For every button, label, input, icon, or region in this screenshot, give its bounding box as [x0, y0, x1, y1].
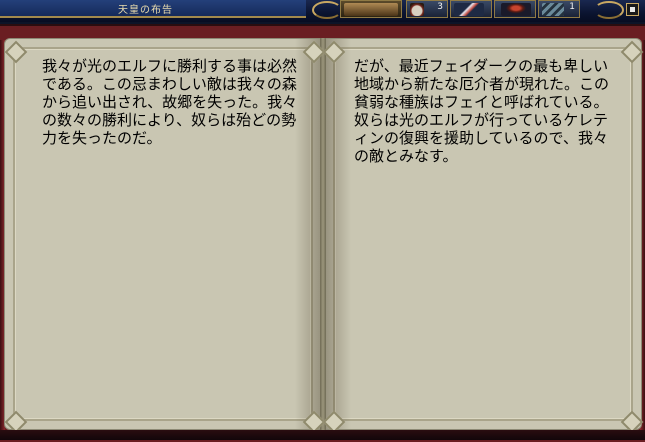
hud-slot-weapon[interactable] [450, 0, 492, 18]
window-title-bar[interactable]: 天皇の布告 [0, 0, 306, 18]
figure-icon [501, 3, 531, 16]
window-title: 天皇の布告 [118, 5, 173, 16]
top-hud-bar: 天皇の布告 3 1 [0, 0, 645, 22]
hud-slot-figure[interactable] [494, 0, 536, 18]
hud-slot-count: 1 [569, 2, 575, 12]
weapon-icon [454, 3, 484, 16]
book-bottom-edge [0, 430, 645, 440]
bag-icon [410, 3, 424, 16]
chain-icon [542, 3, 564, 16]
portrait-icon [344, 3, 398, 16]
scroll-ornament-left-icon [312, 1, 342, 19]
right-page-text: だが、最近フェイダークの最も卑しい地域から新たな厄介者が現れた。この貧弱な種族は… [354, 57, 610, 165]
left-page-text: 我々が光のエルフに勝利する事は必然である。この忌まわしい敵は我々の森から追い出さ… [42, 57, 298, 147]
close-button[interactable] [626, 3, 639, 16]
hud-slot-bag[interactable]: 3 [406, 0, 448, 18]
hud-slot-portrait[interactable] [340, 0, 402, 18]
close-icon [630, 7, 635, 12]
book-spine [320, 38, 326, 430]
hud-slot-chain[interactable]: 1 [538, 0, 580, 18]
hud-slot-count: 3 [437, 2, 443, 12]
scroll-ornament-right-icon [594, 1, 624, 19]
